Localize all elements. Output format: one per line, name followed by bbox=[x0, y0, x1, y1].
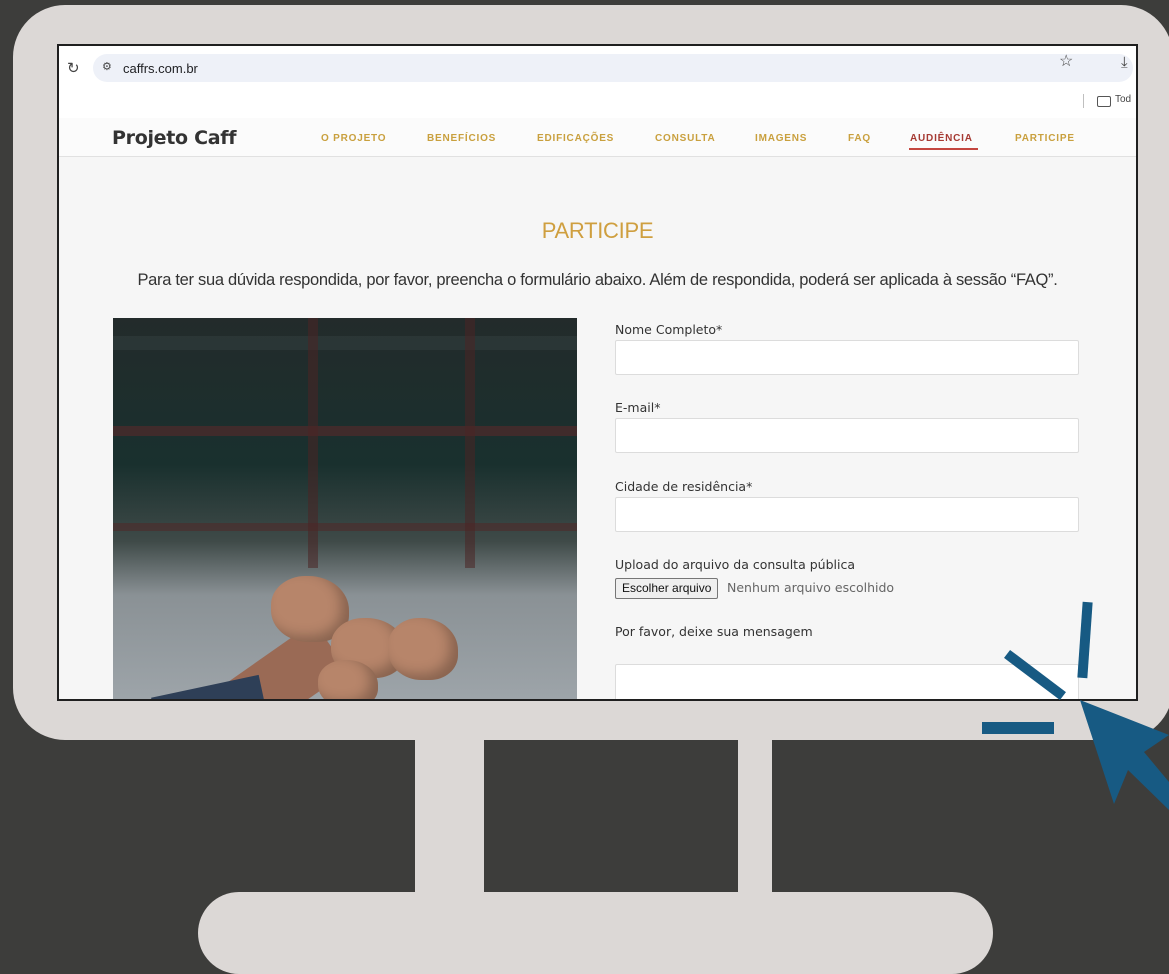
download-icon[interactable]: ⤓ bbox=[1121, 54, 1128, 71]
intro-text: Para ter sua dúvida respondida, por favo… bbox=[137, 271, 1058, 289]
monitor-stand-foot bbox=[198, 892, 993, 974]
message-textarea[interactable] bbox=[615, 664, 1079, 699]
browser-toolbar: ↻ ⚙ caffrs.com.br ☆ ⤓ Tod bbox=[59, 46, 1136, 118]
nav-imagens[interactable]: IMAGENS bbox=[755, 133, 807, 144]
nav-o-projeto[interactable]: O PROJETO bbox=[321, 133, 386, 144]
city-input[interactable] bbox=[615, 497, 1079, 532]
address-bar[interactable]: ⚙ caffrs.com.br bbox=[93, 54, 1133, 82]
bookmark-star-icon[interactable]: ☆ bbox=[1059, 51, 1073, 71]
reload-icon[interactable]: ↻ bbox=[67, 59, 80, 77]
nav-edificacoes[interactable]: EDIFICAÇÕES bbox=[537, 133, 614, 144]
nav-participe[interactable]: PARTICIPE bbox=[1015, 133, 1075, 144]
email-label: E-mail* bbox=[615, 400, 661, 415]
nav-consulta[interactable]: CONSULTA bbox=[655, 133, 715, 144]
upload-label: Upload do arquivo da consulta pública bbox=[615, 557, 855, 572]
site-header: Projeto Caff O PROJETO BENEFÍCIOS EDIFIC… bbox=[59, 118, 1136, 157]
section-title: PARTICIPE bbox=[541, 218, 654, 243]
name-label: Nome Completo* bbox=[615, 322, 723, 337]
bookmarks-separator bbox=[1083, 94, 1084, 108]
click-burst-dash-horizontal bbox=[982, 722, 1054, 734]
url-text: caffrs.com.br bbox=[123, 61, 198, 76]
file-status-text: Nenhum arquivo escolhido bbox=[727, 580, 895, 595]
message-label: Por favor, deixe sua mensagem bbox=[615, 624, 813, 639]
site-settings-icon[interactable]: ⚙ bbox=[102, 60, 112, 73]
choose-file-button[interactable]: Escolher arquivo bbox=[615, 578, 719, 599]
nav-beneficios[interactable]: BENEFÍCIOS bbox=[427, 133, 496, 144]
email-input[interactable] bbox=[615, 418, 1079, 453]
hands-photo bbox=[113, 318, 577, 699]
monitor-screen: ↻ ⚙ caffrs.com.br ☆ ⤓ Tod Projeto Caff O… bbox=[57, 44, 1138, 701]
nav-active-underline bbox=[909, 148, 978, 150]
bookmarks-folder-label[interactable]: Tod bbox=[1115, 94, 1131, 105]
cursor-arrow-icon bbox=[1080, 700, 1169, 810]
nav-audiencia[interactable]: AUDIÊNCIA bbox=[910, 133, 973, 144]
city-label: Cidade de residência* bbox=[615, 479, 753, 494]
site-logo[interactable]: Projeto Caff bbox=[112, 127, 237, 149]
name-input[interactable] bbox=[615, 340, 1079, 375]
monitor-stand-cutout bbox=[484, 740, 738, 892]
folder-icon[interactable] bbox=[1097, 96, 1111, 107]
nav-faq[interactable]: FAQ bbox=[848, 133, 871, 144]
